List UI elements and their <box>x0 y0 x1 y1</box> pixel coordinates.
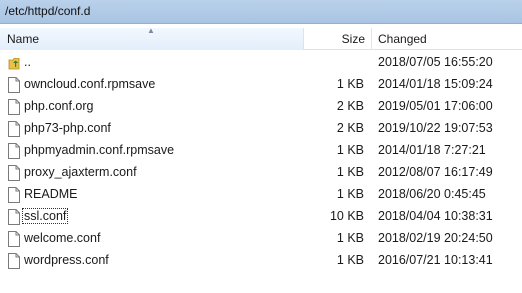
file-row-parent[interactable]: .. 2018/07/05 16:55:20 <box>0 52 522 74</box>
file-row[interactable]: owncloud.conf.rpmsave 1 KB 2014/01/18 15… <box>0 74 522 96</box>
file-changed: 2014/01/18 15:09:24 <box>378 77 493 91</box>
file-icon <box>8 143 20 159</box>
file-changed: 2019/10/22 19:07:53 <box>378 121 493 135</box>
column-header: Name ▲ Size Changed <box>0 26 522 50</box>
file-changed: 2014/01/18 7:27:21 <box>378 143 486 157</box>
column-header-changed[interactable]: Changed <box>373 28 522 50</box>
file-icon <box>8 231 20 247</box>
file-name: owncloud.conf.rpmsave <box>24 77 156 91</box>
file-icon <box>8 121 20 137</box>
file-row[interactable]: phpmyadmin.conf.rpmsave 1 KB 2014/01/18 … <box>0 140 522 162</box>
file-icon <box>8 253 20 269</box>
column-header-size[interactable]: Size <box>304 28 372 50</box>
file-name: welcome.conf <box>24 231 101 245</box>
file-icon <box>8 99 20 115</box>
file-row[interactable]: php.conf.org 2 KB 2019/05/01 17:06:00 <box>0 96 522 118</box>
path-bar: /etc/httpd/conf.d <box>0 0 522 24</box>
file-size: 2 KB <box>336 121 364 135</box>
file-icon <box>8 209 20 225</box>
file-row[interactable]: proxy_ajaxterm.conf 1 KB 2012/08/07 16:1… <box>0 162 522 184</box>
file-changed: 2016/07/21 10:13:41 <box>378 253 493 267</box>
file-changed: 2018/07/05 16:55:20 <box>378 55 493 69</box>
file-name: wordpress.conf <box>24 253 109 267</box>
file-size: 1 KB <box>336 165 364 179</box>
file-row[interactable]: welcome.conf 1 KB 2018/02/19 20:24:50 <box>0 228 522 250</box>
file-name: README <box>24 187 78 201</box>
file-row[interactable]: php73-php.conf 2 KB 2019/10/22 19:07:53 <box>0 118 522 140</box>
file-icon <box>8 77 20 93</box>
file-size: 1 KB <box>336 253 364 267</box>
file-name: .. <box>24 55 31 69</box>
file-name: proxy_ajaxterm.conf <box>24 165 137 179</box>
file-name: php.conf.org <box>24 99 94 113</box>
file-size: 1 KB <box>336 143 364 157</box>
file-row[interactable]: wordpress.conf 1 KB 2016/07/21 10:13:41 <box>0 250 522 272</box>
file-name: php73-php.conf <box>24 121 111 135</box>
file-name: phpmyadmin.conf.rpmsave <box>24 143 175 157</box>
file-changed: 2018/04/04 10:38:31 <box>378 209 493 223</box>
column-header-name[interactable]: Name ▲ <box>0 26 304 50</box>
file-icon <box>8 165 20 181</box>
file-icon <box>8 187 20 203</box>
file-changed: 2018/06/20 0:45:45 <box>378 187 486 201</box>
file-size: 1 KB <box>336 231 364 245</box>
sort-ascending-icon: ▲ <box>147 26 155 35</box>
file-row-focused[interactable]: ssl.conf 10 KB 2018/04/04 10:38:31 <box>0 206 522 228</box>
file-size: 10 KB <box>329 209 364 223</box>
file-changed: 2018/02/19 20:24:50 <box>378 231 493 245</box>
folder-up-icon <box>8 58 20 70</box>
file-changed: 2019/05/01 17:06:00 <box>378 99 493 113</box>
column-header-name-label: Name <box>7 32 40 46</box>
file-size: 2 KB <box>336 99 364 113</box>
file-size: 1 KB <box>336 187 364 201</box>
file-size: 1 KB <box>336 77 364 91</box>
file-row[interactable]: README 1 KB 2018/06/20 0:45:45 <box>0 184 522 206</box>
file-changed: 2012/08/07 16:17:49 <box>378 165 493 179</box>
current-path: /etc/httpd/conf.d <box>5 4 91 18</box>
file-name: ssl.conf <box>21 208 69 224</box>
